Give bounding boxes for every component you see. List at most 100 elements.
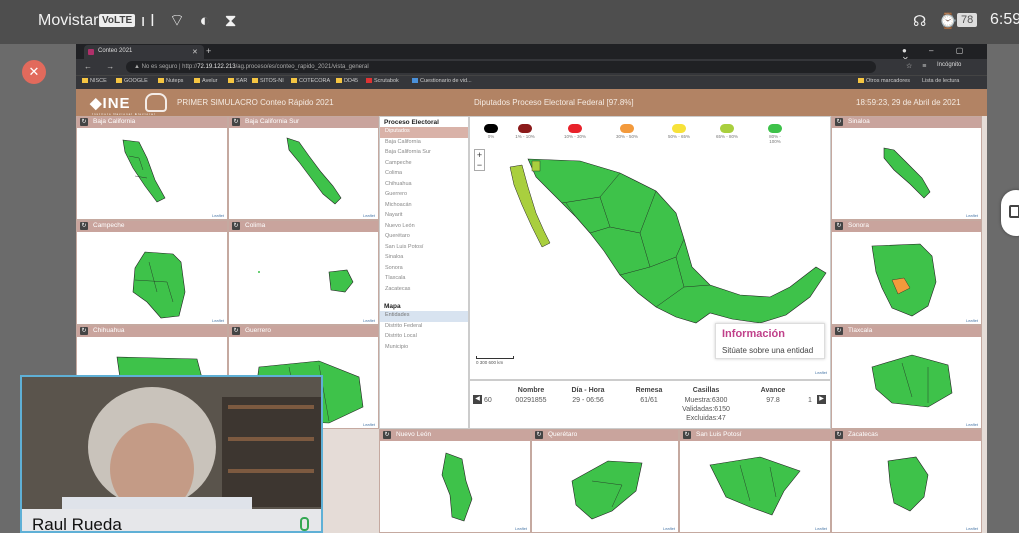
menu-item-state[interactable]: Baja California xyxy=(380,138,468,149)
state-panel[interactable]: ↻ Campeche Leaflet xyxy=(76,220,228,325)
mic-off-icon[interactable]: ✕ xyxy=(22,60,46,84)
report-datetime: 18:59:23, 29 de Abril de 2021 xyxy=(856,98,961,107)
nombre-header: Nombre xyxy=(517,387,545,394)
leaflet-attribution[interactable]: Leaflet xyxy=(815,370,827,375)
bookmark-item[interactable]: GOOGLE xyxy=(116,78,148,84)
menu-item-state[interactable]: Tlaxcala xyxy=(380,274,468,285)
bookmark-item[interactable]: Scrutabok xyxy=(366,78,399,84)
state-panel[interactable]: ↻ San Luis Potosí Leaflet xyxy=(679,429,831,533)
state-panel[interactable]: ↻ Nuevo León Leaflet xyxy=(379,429,531,533)
state-panel-title: Nuevo León xyxy=(396,431,432,438)
state-map-baja-california-sur xyxy=(286,137,342,205)
menu-item-state[interactable]: Nayarit xyxy=(380,211,468,222)
state-map-sonora xyxy=(871,243,937,317)
refresh-icon: ↻ xyxy=(232,118,240,126)
menu-item-state[interactable]: Guerrero xyxy=(380,190,468,201)
state-map-sinaloa xyxy=(883,147,931,199)
state-panel[interactable]: ↻ Tlaxcala Leaflet xyxy=(831,325,982,429)
prev-remesa-icon[interactable]: ◀ xyxy=(473,395,482,404)
reading-list[interactable]: Lista de lectura xyxy=(922,78,959,84)
menu-item-state[interactable]: Baja California Sur xyxy=(380,148,468,159)
menu-item-map-level[interactable]: Municipio xyxy=(380,343,468,354)
incognito-label[interactable]: Incógnito xyxy=(937,62,961,68)
star-extensions-icons[interactable]: ☆ ≡ xyxy=(906,62,930,70)
legend-item: 10% - 30% xyxy=(564,124,586,139)
state-panel[interactable]: ↻ Zacatecas Leaflet xyxy=(831,429,982,533)
state-panel[interactable]: ↻ Colima Leaflet xyxy=(228,220,379,325)
side-panel-handle[interactable] xyxy=(1001,190,1019,236)
browser-tab-bar: Conteo 2021 ✕ + ● – ▢ ✕ xyxy=(76,44,987,64)
mexico-states-map xyxy=(509,158,827,324)
menu-item-state[interactable]: Sinaloa xyxy=(380,253,468,264)
main-mexico-map[interactable]: 0% 1% - 10% 10% - 30% 30% - 50% 50% - 65… xyxy=(469,116,831,380)
state-panel-title: Querétaro xyxy=(548,431,578,438)
refresh-icon: ↻ xyxy=(80,118,88,126)
state-panel[interactable]: ↻ Baja California Sur Leaflet xyxy=(228,116,379,220)
bookmark-item[interactable]: Nuteps xyxy=(158,78,183,84)
legend-item: 65% - 80% xyxy=(716,124,738,139)
remesa-value: 61/61 xyxy=(640,397,658,404)
state-map-nuevo-leon xyxy=(441,452,473,522)
dia-hora-header: Día - Hora xyxy=(571,387,605,394)
menu-item-state[interactable]: Chihuahua xyxy=(380,180,468,191)
state-panel-title: Chihuahua xyxy=(93,327,125,334)
refresh-icon: ↻ xyxy=(232,327,240,335)
state-panel[interactable]: ↻ Querétaro Leaflet xyxy=(531,429,679,533)
close-tab-icon[interactable]: ✕ xyxy=(192,48,198,56)
menu-item-map-level[interactable]: Distrito Local xyxy=(380,332,468,343)
menu-item-state[interactable]: Sonora xyxy=(380,264,468,275)
state-panel[interactable]: ↻ Baja California Leaflet xyxy=(76,116,228,220)
state-panel-title: Colima xyxy=(245,222,266,229)
state-map-baja-california xyxy=(122,139,166,203)
menu-item-state[interactable]: Colima xyxy=(380,169,468,180)
next-count: 1 xyxy=(808,397,812,404)
state-panel-title: Baja California xyxy=(93,118,136,125)
bookmark-item[interactable]: SAR xyxy=(228,78,247,84)
bookmark-item[interactable]: NISCE xyxy=(82,78,107,84)
video-call-right-area xyxy=(987,44,1019,533)
dia-hora-value: 29 - 06:56 xyxy=(572,397,604,404)
state-panel-title: Zacatecas xyxy=(848,431,878,438)
bookmark-item[interactable]: Cuestionario de vid... xyxy=(412,78,472,84)
refresh-icon: ↻ xyxy=(835,327,843,335)
info-title: Información xyxy=(722,328,785,340)
refresh-icon: ↻ xyxy=(683,431,691,439)
menu-item-state[interactable]: Zacatecas xyxy=(380,285,468,296)
menu-item-state[interactable]: Campeche xyxy=(380,159,468,170)
bookmark-other[interactable]: Otros marcadores xyxy=(858,78,910,84)
menu-item-state[interactable]: Michoacán xyxy=(380,201,468,212)
refresh-icon: ↻ xyxy=(835,222,843,230)
bookmark-item[interactable]: COTECORA xyxy=(291,78,330,84)
state-panel[interactable]: ↻ Sinaloa Leaflet xyxy=(831,116,982,220)
state-panel[interactable]: ↻ Sonora Leaflet xyxy=(831,220,982,325)
signal-wifi-icons: .ıl ⌔ ◐ ⧗ xyxy=(131,11,242,30)
bookmark-item[interactable]: SITOS-NI xyxy=(252,78,284,84)
tab-favicon-icon xyxy=(88,49,94,55)
bookmark-item[interactable]: Avelur xyxy=(194,78,218,84)
next-remesa-icon[interactable]: ▶ xyxy=(817,395,826,404)
ine-header: ◆INE Instituto Nacional Electoral PRIMER … xyxy=(76,89,987,116)
legend-item: 50% - 65% xyxy=(668,124,690,139)
url-field[interactable]: ▲ No es seguro | http://72.19.122.213/ag… xyxy=(126,61,876,73)
process-progress-title: Diputados Proceso Electoral Federal [97.… xyxy=(474,98,634,107)
ine-logo: ◆INE Instituto Nacional Electoral xyxy=(90,95,156,116)
mapa-heading: Mapa xyxy=(384,303,401,310)
state-map-san-luis-potosi xyxy=(709,456,801,516)
refresh-icon: ↻ xyxy=(383,431,391,439)
legend-item: 1% - 10% xyxy=(514,124,536,139)
menu-item-state[interactable]: San Luis Potosí xyxy=(380,243,468,254)
legend-item: 30% - 50% xyxy=(616,124,638,139)
menu-item-state[interactable]: Nuevo León xyxy=(380,222,468,233)
menu-item-state[interactable]: Querétaro xyxy=(380,232,468,243)
menu-item-diputados[interactable]: Diputados xyxy=(380,127,468,138)
menu-item-map-level[interactable]: Distrito Federal xyxy=(380,322,468,333)
refresh-icon: ↻ xyxy=(232,222,240,230)
bookmark-item[interactable]: DD45 xyxy=(336,78,358,84)
new-tab-icon[interactable]: + xyxy=(206,46,211,56)
remesa-stats: ◀ 60 Nombre 00291855 Día - Hora 29 - 06:… xyxy=(469,380,831,429)
prev-count: 60 xyxy=(484,397,492,404)
state-map-zacatecas xyxy=(887,456,929,512)
participant-video-tile[interactable]: Raul Rueda xyxy=(20,375,323,533)
browser-tab[interactable]: Conteo 2021 ✕ xyxy=(84,45,204,59)
menu-item-entidades[interactable]: Entidades xyxy=(380,311,468,322)
